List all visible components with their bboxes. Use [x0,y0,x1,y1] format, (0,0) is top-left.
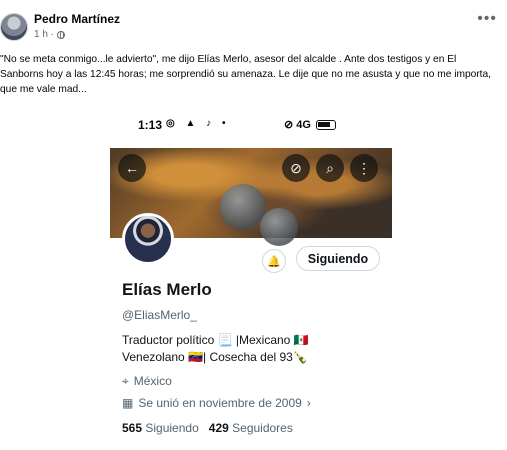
author-name[interactable]: Pedro Martínez [34,12,120,26]
profile-bio: Traductor político 📃 |Mexicano 🇲🇽 Venezo… [122,332,390,366]
profile-join-date: ▦ Se unió en noviembre de 2009 › [122,396,311,410]
status-right: ⊘ 4G [284,118,336,131]
profile-stats: 565 Siguiendo 429 Seguidores [122,421,293,435]
location-pin-icon: ⌖ [122,374,129,388]
eye-slash-icon[interactable]: ⊘ [282,154,310,182]
following-stat[interactable]: 565 Siguiendo [122,421,199,435]
bio-line: Traductor político 📃 |Mexicano 🇲🇽 [122,333,309,347]
battery-icon [315,119,336,130]
followers-stat[interactable]: 429 Seguidores [209,421,293,435]
post-header: Pedro Martínez 1 h · ••• [0,0,507,48]
status-icons: ◎ ▲ ♪ • [166,118,230,129]
profile-avatar[interactable] [122,213,174,265]
network-indicator: ⊘ 4G [284,119,311,131]
search-icon[interactable]: ⌕ [316,154,344,182]
author-avatar[interactable] [0,13,28,41]
phone-status-bar: 1:13 ◎ ▲ ♪ • ⊘ 4G [110,112,392,140]
more-options-icon[interactable]: ••• [477,11,497,27]
bio-line: Venezolano 🇻🇪| Cosecha del 93🍾 [122,350,308,364]
location-text: México [133,374,172,388]
calendar-icon: ▦ [122,396,134,410]
banner-decoration [260,208,298,246]
profile-handle: @EliasMerlo_ [122,308,197,322]
join-text: Se unió en noviembre de 2009 [138,396,302,410]
profile-name: Elías Merlo [122,280,212,299]
globe-icon [57,30,66,39]
profile-location: ⌖ México [122,374,172,389]
embedded-screenshot[interactable]: 1:13 ◎ ▲ ♪ • ⊘ 4G ← ⊘ ⌕ ⋮ 🔔 Siguiendo El… [110,112,392,450]
post-meta: 1 h · [34,29,66,40]
status-time: 1:13 [138,118,163,132]
banner-decoration [220,184,266,230]
post-time[interactable]: 1 h · [34,29,54,40]
chevron-right-icon[interactable]: › [307,396,311,410]
back-arrow-icon[interactable]: ← [118,154,146,182]
vertical-dots-icon[interactable]: ⋮ [350,154,378,182]
following-button[interactable]: Siguiendo [296,246,380,271]
post-text: "No se meta conmigo...le advierto", me d… [0,54,491,95]
bell-icon[interactable]: 🔔 [262,249,286,273]
